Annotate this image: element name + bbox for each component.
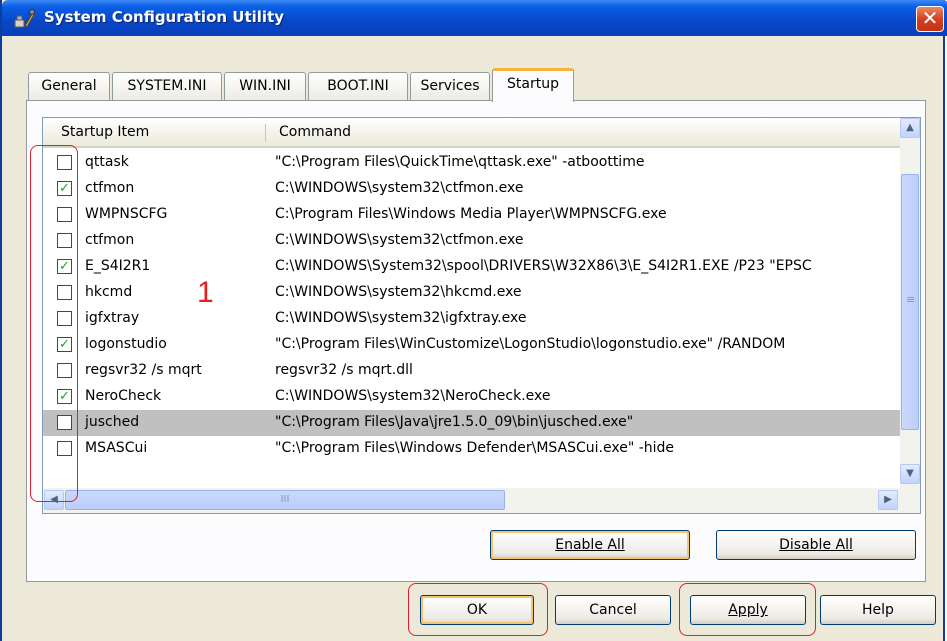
startup-item-name: E_S4I2R1 — [85, 258, 151, 274]
tab-boot-ini[interactable]: BOOT.INI — [308, 72, 408, 100]
window-title: System Configuration Utility — [44, 8, 284, 26]
column-separator[interactable] — [265, 124, 266, 142]
startup-item-name: qttask — [85, 154, 129, 170]
list-item[interactable]: igfxtray C:\WINDOWS\system32\igfxtray.ex… — [43, 306, 900, 332]
tab-services[interactable]: Services — [410, 72, 490, 100]
annotation-ok-highlight — [408, 583, 548, 636]
grip-icon: ≡ — [906, 293, 916, 306]
startup-item-name: hkcmd — [85, 284, 133, 300]
startup-item-command: regsvr32 /s mqrt.dll — [275, 362, 413, 378]
enable-all-button[interactable]: Enable All — [490, 530, 690, 560]
close-button[interactable]: ✕ — [916, 6, 944, 32]
chevron-down-icon: ▼ — [906, 468, 914, 479]
startup-item-name: ctfmon — [85, 180, 135, 196]
annotation-apply-highlight — [679, 583, 816, 636]
startup-item-name: NeroCheck — [85, 388, 162, 404]
startup-item-command: C:\WINDOWS\System32\spool\DRIVERS\W32X86… — [275, 258, 812, 274]
list-item[interactable]: ✓ NeroCheck C:\WINDOWS\system32\NeroChec… — [43, 384, 900, 410]
tab-win-ini[interactable]: WIN.INI — [224, 72, 306, 100]
list-item[interactable]: ctfmon C:\WINDOWS\system32\ctfmon.exe — [43, 228, 900, 254]
msconfig-app-icon — [14, 9, 36, 28]
horizontal-scrollbar[interactable]: ◀ III ▶ — [43, 488, 920, 513]
startup-item-name: jusched — [85, 414, 140, 430]
scroll-down-button[interactable]: ▼ — [900, 464, 920, 484]
startup-item-command: C:\WINDOWS\system32\ctfmon.exe — [275, 180, 524, 196]
tab-general[interactable]: General — [28, 72, 110, 100]
list-item[interactable]: hkcmd C:\WINDOWS\system32\hkcmd.exe — [43, 280, 900, 306]
column-header-command[interactable]: Command — [279, 124, 351, 140]
startup-item-command: "C:\Program Files\Windows Defender\MSASC… — [275, 440, 675, 456]
startup-item-name: MSASCui — [85, 440, 148, 456]
cancel-button[interactable]: Cancel — [555, 595, 671, 625]
startup-item-name: logonstudio — [85, 336, 167, 352]
startup-item-command: "C:\Program Files\Java\jre1.5.0_09\bin\j… — [275, 414, 634, 430]
vertical-scrollbar[interactable]: ▲ ≡ ▼ — [900, 118, 920, 488]
annotation-number: 1 — [197, 276, 214, 309]
list-item[interactable]: MSASCui "C:\Program Files\Windows Defend… — [43, 436, 900, 462]
startup-item-command: C:\WINDOWS\system32\hkcmd.exe — [275, 284, 522, 300]
startup-item-name: igfxtray — [85, 310, 140, 326]
list-item[interactable]: ✓ logonstudio "C:\Program Files\WinCusto… — [43, 332, 900, 358]
startup-item-name: ctfmon — [85, 232, 135, 248]
scroll-right-button[interactable]: ▶ — [878, 490, 898, 510]
list-item[interactable]: ✓ E_S4I2R1 C:\WINDOWS\System32\spool\DRI… — [43, 254, 900, 280]
horizontal-scroll-thumb[interactable]: III — [65, 490, 505, 510]
startup-item-command: C:\WINDOWS\system32\igfxtray.exe — [275, 310, 527, 326]
scroll-up-button[interactable]: ▲ — [900, 118, 920, 138]
startup-item-command: "C:\Program Files\QuickTime\qttask.exe" … — [275, 154, 645, 170]
chevron-right-icon: ▶ — [884, 494, 892, 505]
system-configuration-window: System Configuration Utility ✕ General S… — [0, 0, 947, 641]
grip-icon: III — [280, 494, 290, 505]
disable-all-button[interactable]: Disable All — [716, 530, 916, 560]
list-item-selected[interactable]: jusched "C:\Program Files\Java\jre1.5.0_… — [43, 410, 900, 436]
list-item[interactable]: WMPNSCFG C:\Program Files\Windows Media … — [43, 202, 900, 228]
list-item[interactable]: ✓ ctfmon C:\WINDOWS\system32\ctfmon.exe — [43, 176, 900, 202]
startup-item-command: C:\WINDOWS\system32\NeroCheck.exe — [275, 388, 551, 404]
enable-all-label: Enable All — [555, 537, 625, 553]
startup-item-command: C:\Program Files\Windows Media Player\WM… — [275, 206, 667, 222]
title-bar[interactable]: System Configuration Utility ✕ — [2, 0, 947, 36]
startup-list[interactable]: Startup Item Command qttask "C:\Program … — [42, 117, 921, 514]
startup-item-name: regsvr32 /s mqrt — [85, 362, 202, 378]
startup-item-name: WMPNSCFG — [85, 206, 168, 222]
list-header: Startup Item Command — [43, 118, 900, 148]
annotation-checkbox-column-highlight — [30, 145, 78, 502]
chevron-up-icon: ▲ — [906, 122, 914, 133]
column-header-startup-item[interactable]: Startup Item — [61, 124, 149, 140]
startup-item-command: "C:\Program Files\WinCustomize\LogonStud… — [275, 336, 786, 352]
tab-startup[interactable]: Startup — [492, 68, 574, 102]
list-item[interactable]: regsvr32 /s mqrt regsvr32 /s mqrt.dll — [43, 358, 900, 384]
vertical-scroll-thumb[interactable]: ≡ — [901, 174, 919, 430]
list-item[interactable]: qttask "C:\Program Files\QuickTime\qttas… — [43, 150, 900, 176]
disable-all-label: Disable All — [779, 537, 853, 553]
close-icon: ✕ — [921, 6, 939, 30]
tab-system-ini[interactable]: SYSTEM.INI — [112, 72, 222, 100]
startup-item-command: C:\WINDOWS\system32\ctfmon.exe — [275, 232, 524, 248]
help-button[interactable]: Help — [820, 595, 936, 625]
